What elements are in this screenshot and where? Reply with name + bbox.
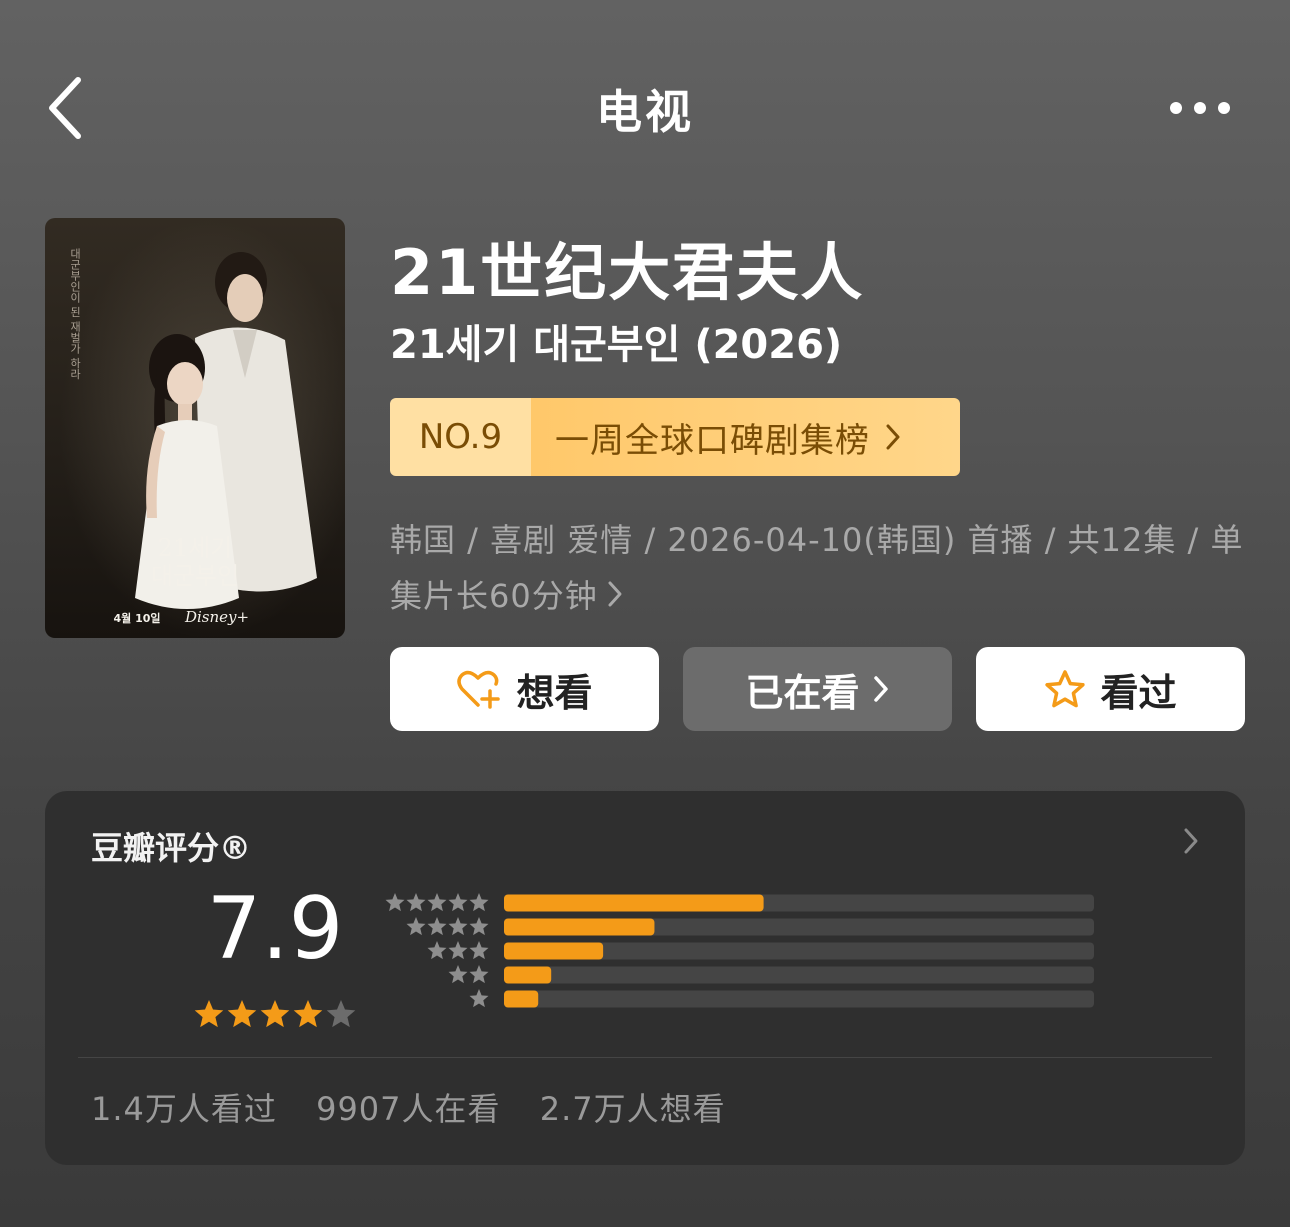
watched-count: 1.4万人看过 [91, 1090, 277, 1128]
star-filled-icon [227, 1000, 257, 1028]
rating-header: 豆瓣评分® [91, 829, 252, 867]
rating-bar-track [504, 966, 1094, 984]
page-title: 电视 [596, 85, 694, 139]
rating-distribution [385, 893, 1094, 1008]
show-meta-info[interactable]: 韩国 / 喜剧 爱情 / 2026-04-10(韩国) 首播 / 共12集 / … [390, 512, 1260, 626]
star-grey-icon [406, 893, 426, 912]
rank-number: NO.9 [390, 398, 531, 476]
show-title: 21世纪大君夫人 [390, 236, 865, 309]
watched-button[interactable]: 看过 [976, 647, 1245, 731]
star-grey-icon [427, 893, 447, 912]
watching-count: 9907人在看 [316, 1090, 501, 1128]
poster-release: 4월 10일 [113, 611, 160, 625]
meta-text: 韩国 / 喜剧 爱情 / 2026-04-10(韩国) 首播 / 共12集 / … [390, 521, 1244, 615]
star-grey-icon [469, 941, 489, 960]
chevron-right-icon [606, 570, 624, 626]
star-grey-icon [469, 989, 489, 1008]
star-grey-icon [448, 917, 468, 936]
show-poster[interactable]: 대군부인이 된 재벌가 하라 21세기 대군부인 4월 10일 Disney+ [45, 218, 345, 638]
star-grey-icon [469, 965, 489, 984]
poster-brand: Disney+ [184, 608, 249, 626]
star-grey-icon [385, 893, 405, 912]
watching-label: 已在看 [745, 670, 860, 715]
star-grey-icon [427, 917, 447, 936]
rating-bar-track [504, 990, 1094, 1008]
poster-tagline: 대군부인이 된 재벌가 하라 [69, 248, 82, 380]
poster-title-line2: 대군부인 [151, 562, 239, 590]
star-grey-icon [469, 917, 489, 936]
star-filled-icon [194, 1000, 224, 1028]
rating-bar-2-star [504, 966, 552, 984]
rating-card[interactable]: 豆瓣评分® 7.9 1.4万人看过 9907人在看 2.7万人想看 [45, 791, 1245, 1165]
rating-bar-3-star [504, 942, 604, 960]
divider [78, 1057, 1212, 1058]
star-grey-icon [448, 941, 468, 960]
more-button[interactable] [1160, 88, 1240, 128]
watching-button[interactable]: 已在看 [683, 647, 952, 731]
star-grey-icon [406, 917, 426, 936]
star-icon [1044, 669, 1086, 709]
want-count: 2.7万人想看 [539, 1090, 726, 1128]
watch-stats: 1.4万人看过 9907人在看 2.7万人想看 [91, 1084, 754, 1130]
watched-label: 看过 [1100, 670, 1177, 715]
rank-badge[interactable]: NO.9 一周全球口碑剧集榜 [390, 398, 960, 476]
star-filled-icon [293, 1000, 323, 1028]
star-grey-icon [469, 893, 489, 912]
chevron-right-icon [884, 422, 902, 452]
rating-bar-4-star [504, 918, 655, 936]
star-empty-icon [326, 1000, 356, 1028]
chevron-right-icon[interactable] [1180, 825, 1202, 861]
chevron-right-icon [872, 674, 890, 704]
show-original-title: 21세기 대군부인 (2026) [390, 322, 843, 368]
want-to-watch-label: 想看 [516, 670, 593, 715]
star-grey-icon [427, 941, 447, 960]
want-to-watch-button[interactable]: 想看 [390, 647, 659, 731]
more-dots-icon [1170, 102, 1230, 114]
star-filled-icon [260, 1000, 290, 1028]
rank-list-label: 一周全球口碑剧集榜 [555, 420, 870, 461]
heart-plus-icon [456, 669, 502, 709]
star-grey-icon [448, 893, 468, 912]
rating-bar-5-star [504, 894, 764, 912]
rank-list-name: 一周全球口碑剧集榜 [531, 398, 960, 476]
star-grey-icon [448, 965, 468, 984]
score-stars [194, 1000, 356, 1028]
rating-bar-1-star [504, 990, 539, 1008]
rating-score: 7.9 [206, 879, 344, 979]
poster-title-line1: 21세기 [158, 534, 233, 562]
